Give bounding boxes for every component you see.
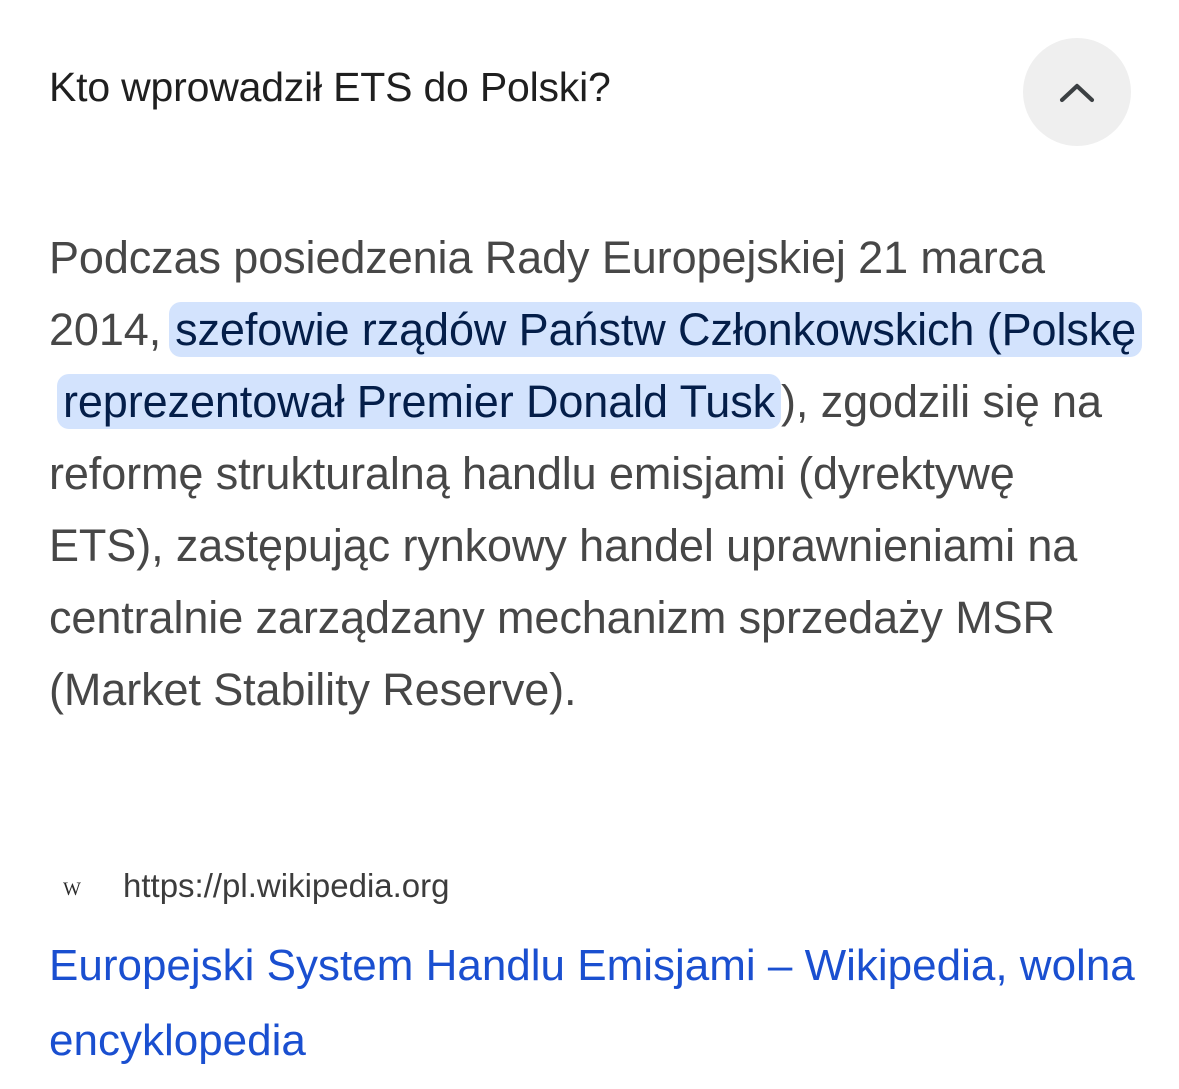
- source-row[interactable]: W https://pl.wikipedia.org: [49, 860, 450, 912]
- source-title-link[interactable]: Europejski System Handlu Emisjami – Wiki…: [49, 928, 1149, 1078]
- chevron-up-icon: [1059, 83, 1095, 103]
- wikipedia-icon: W: [63, 870, 81, 901]
- question-header[interactable]: Kto wprowadził ETS do Polski?: [0, 0, 1179, 180]
- question-title: Kto wprowadził ETS do Polski?: [49, 64, 611, 110]
- source-url[interactable]: https://pl.wikipedia.org: [123, 867, 450, 905]
- answer-text: Podczas posiedzenia Rady Europejskiej 21…: [49, 222, 1143, 726]
- collapse-button[interactable]: [1023, 38, 1131, 146]
